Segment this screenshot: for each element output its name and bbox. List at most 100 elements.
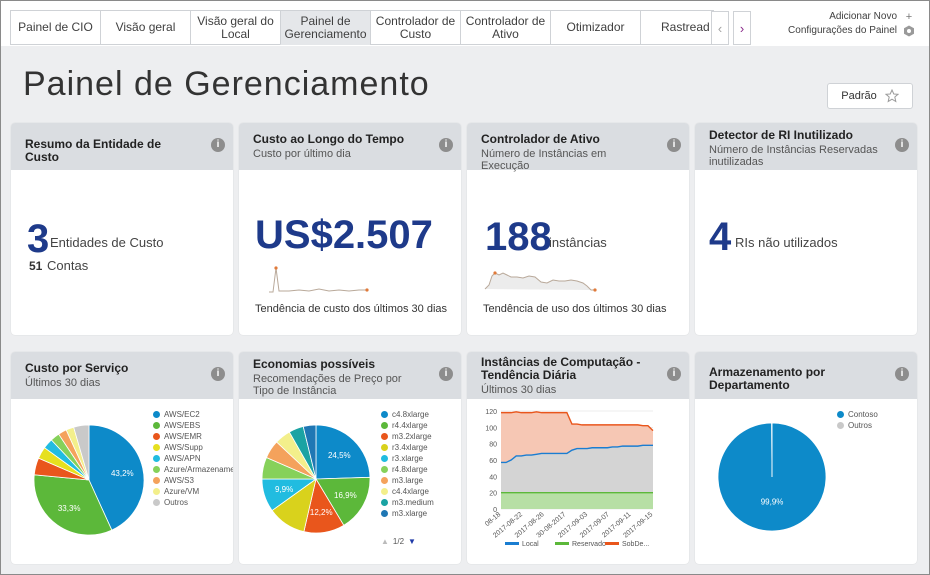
card-title: Custo ao Longo do Tempo <box>253 132 405 146</box>
legend-item-m3-xlarge[interactable]: m3.xlarge <box>381 508 457 519</box>
tab-asset-controller[interactable]: Controlador de Ativo <box>460 10 550 45</box>
legend-label: r4.4xlarge <box>392 421 428 430</box>
pager-label: 1/2 <box>392 537 405 546</box>
card-subtitle: Custo por último dia <box>253 148 351 160</box>
area-reservado <box>501 492 653 509</box>
legend-item-m3-large[interactable]: m3.large <box>381 475 457 486</box>
add-new-label: Adicionar Novo <box>829 11 897 22</box>
ri-count: 4 <box>709 215 732 259</box>
legend-swatch <box>381 499 388 506</box>
entity-count-label: Entidades de Custo <box>50 235 164 250</box>
legend-swatch <box>837 411 844 418</box>
info-icon[interactable]: i <box>667 367 681 381</box>
tabs-next-button[interactable]: › <box>733 11 751 45</box>
dashboard-settings-link[interactable]: Configurações do Painel <box>788 24 915 38</box>
legend-label-reservado[interactable]: Reservado <box>572 541 606 548</box>
usage-sparkline <box>484 271 597 292</box>
card-title: Economias possíveis <box>253 357 376 371</box>
card-header: Resumo da Entidade de Custo <box>11 123 233 170</box>
tab-optimizer[interactable]: Otimizador <box>550 10 640 45</box>
legend-swatch <box>381 433 388 440</box>
legend-label: AWS/S3 <box>164 476 194 485</box>
legend-label: r4.8xlarge <box>392 465 428 474</box>
legend-label: c4.4xlarge <box>392 487 429 496</box>
legend-item-r3-xlarge[interactable]: r3.xlarge <box>381 453 457 464</box>
card-title: Resumo da Entidade de Custo <box>25 137 162 164</box>
legend-item-contoso[interactable]: Contoso <box>837 409 913 420</box>
pie-label-contoso: 99,9% <box>761 497 784 506</box>
legend-item-m3-medium[interactable]: m3.medium <box>381 497 457 508</box>
ri-unit: RIs não utilizados <box>735 235 838 250</box>
page-title: Painel de Gerenciamento <box>23 65 430 103</box>
legend-swatch <box>837 422 844 429</box>
card-possible-savings[interactable]: Economias possíveis Recomendações de Pre… <box>239 352 461 564</box>
legend-item-m3-2xlarge[interactable]: m3.2xlarge <box>381 431 457 442</box>
legend-item-c4-8xlarge[interactable]: c4.8xlarge <box>381 409 457 420</box>
tab-overview[interactable]: Visão geral <box>100 10 190 45</box>
legend-item-aws-emr[interactable]: AWS/EMR <box>153 431 233 442</box>
card-header: Detector de RI Inutilizado Número de Ins… <box>695 123 917 170</box>
legend-item-azure-armazenamento[interactable]: Azure/Armazenamento <box>153 464 233 475</box>
y-tick-label: 20 <box>489 491 497 498</box>
legend-swatch <box>153 422 160 429</box>
storage-legend: Contoso Outros <box>837 409 913 431</box>
legend-item-outros[interactable]: Outros <box>837 420 913 431</box>
info-icon[interactable]: i <box>439 138 453 152</box>
legend-label: r3.xlarge <box>392 454 424 463</box>
legend-item-aws-apn[interactable]: AWS/APN <box>153 453 233 464</box>
legend-label: Outros <box>848 421 873 430</box>
legend-swatch <box>153 444 160 451</box>
legend-item-r4-4xlarge[interactable]: r4.4xlarge <box>381 420 457 431</box>
savings-legend: c4.8xlarge r4.4xlarge m3.2xlarge r3.4xlarge… <box>381 409 457 519</box>
legend-swatch <box>153 466 160 473</box>
legend-item-azure-vm[interactable]: Azure/VM <box>153 486 233 497</box>
tab-list: Painel de CIO Visão geral Visão geral do… <box>10 10 714 45</box>
legend-swatch <box>153 455 160 462</box>
instance-unit: instâncias <box>549 235 607 250</box>
tab-cost-controller[interactable]: Controlador de Custo <box>370 10 460 45</box>
tab-local-overview[interactable]: Visão geral do Local <box>190 10 280 45</box>
info-icon[interactable]: i <box>895 138 909 152</box>
legend-swatch-sobde <box>605 542 619 545</box>
legend-swatch <box>381 466 388 473</box>
card-unused-ri[interactable]: Detector de RI Inutilizado Número de Ins… <box>695 123 917 335</box>
tab-management[interactable]: Painel de Gerenciamento <box>280 10 370 45</box>
pager-up-icon[interactable]: ▲ <box>381 537 389 546</box>
add-new-link[interactable]: Adicionar Novo + <box>788 10 915 24</box>
card-cost-by-service[interactable]: Custo por Serviço Últimos 30 dias i 43,2… <box>11 352 233 564</box>
tabs-prev-button[interactable]: ‹ <box>711 11 729 45</box>
info-icon[interactable]: i <box>667 138 681 152</box>
legend-swatch <box>381 455 388 462</box>
compute-area-chart: 02040608010012008-182017-08-222017-08-26… <box>484 409 654 548</box>
legend-item-r3-4xlarge[interactable]: r3.4xlarge <box>381 442 457 453</box>
legend-swatch <box>381 477 388 484</box>
legend-item-outros[interactable]: Outros <box>153 497 233 508</box>
legend-item-aws-ec2[interactable]: AWS/EC2 <box>153 409 233 420</box>
card-header: Controlador de Ativo Número de Instância… <box>467 123 689 172</box>
card-cost-entity-summary[interactable]: Resumo da Entidade de Custo i 3 Entidade… <box>11 123 233 335</box>
legend-item-aws-supp[interactable]: AWS/Supp <box>153 442 233 453</box>
card-subtitle: Número de Instâncias em Execução <box>481 148 607 172</box>
legend-item-c4-4xlarge[interactable]: c4.4xlarge <box>381 486 457 497</box>
default-button[interactable]: Padrão <box>827 83 913 109</box>
legend-label-sobde[interactable]: SobDe... <box>622 541 649 548</box>
info-icon[interactable]: i <box>439 367 453 381</box>
legend-item-aws-s3[interactable]: AWS/S3 <box>153 475 233 486</box>
card-cost-over-time[interactable]: Custo ao Longo do Tempo Custo por último… <box>239 123 461 335</box>
tab-cio[interactable]: Painel de CIO <box>10 10 100 45</box>
legend-label-local[interactable]: Local <box>522 541 539 548</box>
card-title: Armazenamento por Departamento <box>709 365 826 392</box>
legend-item-r4-8xlarge[interactable]: r4.8xlarge <box>381 464 457 475</box>
card-compute-daily-trend[interactable]: Instâncias de Computação - Tendência Diá… <box>467 352 689 564</box>
info-icon[interactable]: i <box>211 367 225 381</box>
tab-tracker[interactable]: Rastread <box>640 10 714 45</box>
info-icon[interactable]: i <box>895 367 909 381</box>
legend-item-aws-ebs[interactable]: AWS/EBS <box>153 420 233 431</box>
card-asset-controller[interactable]: Controlador de Ativo Número de Instância… <box>467 123 689 335</box>
pie-label-aws-ebs: 33,3% <box>58 504 81 513</box>
pager-down-icon[interactable]: ▼ <box>408 537 416 546</box>
card-storage-by-department[interactable]: Armazenamento por Departamento i 99,9% C… <box>695 352 917 564</box>
pie-label-c4-8xlarge: 24,5% <box>328 451 351 460</box>
legend-swatch <box>153 499 160 506</box>
info-icon[interactable]: i <box>211 138 225 152</box>
